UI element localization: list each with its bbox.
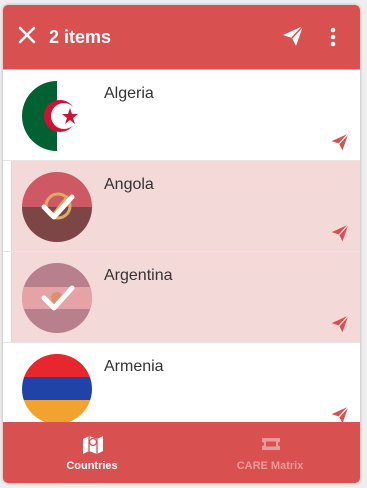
list-item-argentina[interactable]: Argentina bbox=[3, 252, 360, 343]
bottom-navigation: Countries CARE Matrix bbox=[3, 422, 360, 483]
close-icon[interactable] bbox=[17, 25, 37, 45]
country-name: Armenia bbox=[104, 358, 164, 375]
selection-count: 2 items bbox=[49, 27, 112, 47]
ticket-icon bbox=[262, 438, 280, 450]
country-list: Algeria Angola Argentina Armenia bbox=[3, 70, 360, 422]
country-name: Argentina bbox=[104, 267, 173, 284]
nav-label: CARE Matrix bbox=[236, 460, 304, 472]
nav-label: Countries bbox=[66, 460, 118, 472]
send-icon[interactable] bbox=[330, 405, 350, 422]
armenia-flag-icon bbox=[22, 354, 92, 422]
country-name: Angola bbox=[104, 176, 154, 193]
list-item-armenia[interactable]: Armenia bbox=[3, 343, 360, 422]
send-icon[interactable] bbox=[330, 132, 350, 152]
send-icon[interactable] bbox=[281, 24, 305, 48]
nav-care-matrix[interactable]: CARE Matrix bbox=[181, 422, 359, 483]
selection-toolbar: 2 items bbox=[3, 5, 360, 70]
country-name: Algeria bbox=[104, 85, 154, 102]
list-item-algeria[interactable]: Algeria bbox=[3, 70, 360, 161]
map-icon bbox=[83, 436, 103, 454]
main-card: 2 items Algeria Angola Argentina Armenia… bbox=[3, 5, 360, 483]
algeria-flag-icon bbox=[22, 81, 92, 151]
nav-countries[interactable]: Countries bbox=[3, 422, 181, 483]
check-icon bbox=[41, 194, 75, 220]
more-vert-icon[interactable] bbox=[323, 25, 343, 49]
send-icon[interactable] bbox=[330, 223, 350, 243]
list-item-angola[interactable]: Angola bbox=[3, 161, 360, 252]
send-icon[interactable] bbox=[330, 314, 350, 334]
check-icon bbox=[41, 285, 75, 311]
